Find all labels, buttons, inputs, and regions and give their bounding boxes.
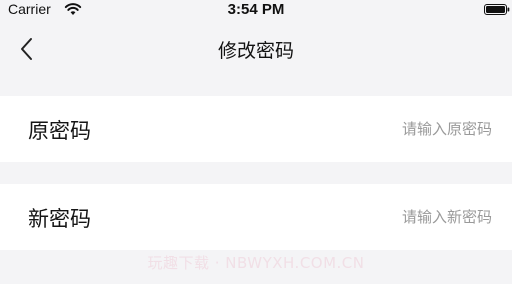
old-password-row[interactable]: 原密码 [0, 96, 512, 162]
navigation-bar: 修改密码 [0, 20, 512, 78]
new-password-row[interactable]: 新密码 [0, 184, 512, 250]
battery-icon [484, 4, 510, 15]
old-password-label: 原密码 [28, 119, 91, 143]
new-password-label: 新密码 [28, 207, 91, 231]
watermark: 玩趣下载 · NBWYXH.COM.CN [147, 254, 365, 272]
new-password-input[interactable] [272, 204, 492, 230]
page-title: 修改密码 [217, 40, 294, 62]
old-password-input[interactable] [272, 116, 492, 142]
status-time: 3:54 PM [227, 1, 285, 18]
status-bar: Carrier 3:54 PM [0, 0, 512, 20]
